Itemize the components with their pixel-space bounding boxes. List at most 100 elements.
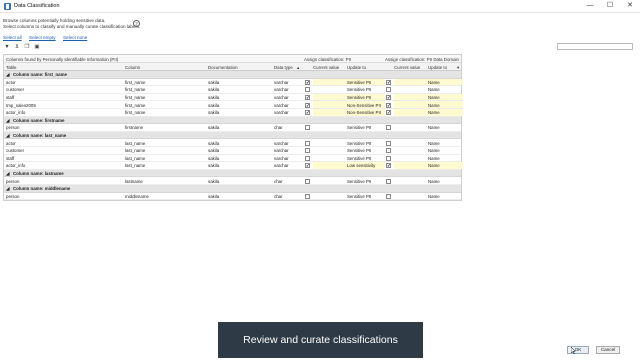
filter-icon[interactable]: ▼ bbox=[4, 44, 10, 50]
domain-checkbox[interactable] bbox=[386, 178, 391, 184]
col-header-update-to[interactable]: Update to bbox=[347, 65, 366, 70]
table-row[interactable]: customer last_name sakila varchar Sensitive … bbox=[4, 147, 461, 155]
column-dropdown-icon[interactable]: ▾ bbox=[457, 65, 459, 71]
domain-update-cell[interactable]: Name bbox=[428, 103, 440, 108]
table-row[interactable]: tmp_sales2009 first_name sakila varchar ✓ Non… bbox=[4, 101, 463, 109]
pii-checkbox[interactable] bbox=[305, 193, 310, 199]
select-empty-link[interactable]: Select empty bbox=[29, 35, 56, 40]
domain-checkbox[interactable] bbox=[386, 193, 391, 199]
pii-update-cell[interactable]: Sensitive PII bbox=[347, 148, 371, 153]
domain-checkbox[interactable] bbox=[386, 140, 391, 146]
data-type-cell: char bbox=[274, 193, 283, 199]
table-row[interactable]: staff last_name sakila varchar Sensitive PII… bbox=[4, 155, 461, 163]
mouse-cursor-icon bbox=[571, 347, 576, 354]
table-row[interactable]: actor_info first_name sakila varchar ✓ Non-Se… bbox=[4, 108, 463, 117]
select-all-link[interactable]: Select all bbox=[3, 35, 22, 40]
pii-update-cell[interactable]: Sensitive PII bbox=[347, 87, 371, 92]
domain-update-cell[interactable]: Name bbox=[428, 163, 440, 168]
domain-checkbox[interactable] bbox=[386, 155, 391, 161]
help-icon[interactable]: ? bbox=[133, 20, 140, 27]
domain-update-cell[interactable]: Name bbox=[428, 87, 440, 92]
group-row[interactable]: ◢ Column name: middlename bbox=[4, 184, 461, 193]
group-row[interactable]: ◢ Column name: last_name bbox=[4, 131, 461, 140]
pii-checkbox[interactable]: ✓ bbox=[305, 79, 310, 85]
column-cell: first_name bbox=[125, 87, 146, 93]
pii-checkbox[interactable] bbox=[305, 87, 310, 93]
table-row[interactable]: person lastname sakila char Sensitive PII Nam… bbox=[4, 177, 461, 185]
paste-icon[interactable]: ▣ bbox=[34, 44, 40, 50]
domain-update-cell[interactable]: Name bbox=[428, 125, 440, 130]
pii-checkbox[interactable]: ✓ bbox=[305, 110, 310, 116]
collapse-icon[interactable]: ◢ bbox=[6, 118, 9, 124]
domain-checkbox[interactable]: ✓ bbox=[386, 163, 391, 169]
group-row[interactable]: ◢ Column name: firstname bbox=[4, 116, 461, 125]
col-header-documentation[interactable]: Documentation bbox=[208, 65, 238, 70]
documentation-cell: sakila bbox=[208, 95, 220, 101]
domain-checkbox[interactable]: ✓ bbox=[386, 110, 391, 116]
pii-checkbox[interactable]: ✓ bbox=[305, 95, 310, 101]
pii-update-cell[interactable]: Non-Sensitive PII bbox=[347, 110, 381, 115]
column-cell: first_name bbox=[125, 102, 146, 108]
pii-checkbox[interactable] bbox=[305, 155, 310, 161]
group-row[interactable]: ◢ Column name: lastname bbox=[4, 169, 461, 178]
pii-update-cell[interactable]: Low sensitivity bbox=[347, 163, 375, 168]
col-header-column[interactable]: Column bbox=[125, 65, 140, 70]
select-none-link[interactable]: Select none bbox=[63, 35, 87, 40]
pii-checkbox[interactable] bbox=[305, 148, 310, 154]
collapse-icon[interactable]: ◢ bbox=[6, 186, 9, 192]
pii-update-cell[interactable]: Sensitive PII bbox=[347, 156, 371, 161]
pii-checkbox[interactable] bbox=[305, 140, 310, 146]
pii-checkbox[interactable]: ✓ bbox=[305, 102, 310, 108]
col-header-data-type[interactable]: Data type bbox=[274, 65, 293, 70]
table-row[interactable]: actor last_name sakila varchar Sensitive PII… bbox=[4, 139, 461, 147]
search-input[interactable] bbox=[557, 43, 633, 50]
table-row[interactable]: person firstname sakila char Sensitive PII Na… bbox=[4, 124, 461, 132]
table-row[interactable]: person middlename sakila char Sensitive PII N… bbox=[4, 193, 461, 201]
col-header-current-value[interactable]: Current value bbox=[313, 65, 339, 70]
domain-update-cell[interactable]: Name bbox=[428, 156, 440, 161]
domain-checkbox[interactable] bbox=[386, 87, 391, 93]
col-header-table[interactable]: Table bbox=[6, 65, 17, 70]
domain-checkbox[interactable]: ✓ bbox=[386, 102, 391, 108]
domain-update-cell[interactable]: Name bbox=[428, 179, 440, 184]
collapse-icon[interactable]: ◢ bbox=[6, 171, 9, 177]
pii-update-cell[interactable]: Sensitive PII bbox=[347, 95, 371, 100]
table-row[interactable]: actor_info last_name sakila varchar ✓ Low sen… bbox=[4, 162, 463, 170]
domain-checkbox[interactable] bbox=[386, 125, 391, 131]
col-header-current-value-domain[interactable]: Current value bbox=[394, 65, 420, 70]
domain-checkbox[interactable]: ✓ bbox=[386, 79, 391, 85]
collapse-icon[interactable]: ◢ bbox=[6, 133, 9, 139]
table-row[interactable]: customer first_name sakila varchar Sensitive… bbox=[4, 86, 461, 94]
table-row[interactable]: actor first_name sakila varchar ✓ Sensitive P… bbox=[4, 78, 463, 87]
sort-icon[interactable]: ▴ bbox=[297, 65, 299, 71]
filter-add-icon[interactable]: ⊻ bbox=[14, 44, 20, 50]
pii-update-cell[interactable]: Sensitive PII bbox=[347, 125, 371, 130]
domain-checkbox[interactable]: ✓ bbox=[386, 95, 391, 101]
pii-update-cell[interactable]: Non-Sensitive PII bbox=[347, 103, 381, 108]
col-header-update-to-domain[interactable]: Update to bbox=[428, 65, 447, 70]
pii-update-cell[interactable]: Sensitive PII bbox=[347, 141, 371, 146]
domain-update-cell[interactable]: Name bbox=[428, 80, 440, 85]
pii-checkbox[interactable] bbox=[305, 125, 310, 131]
pii-update-cell[interactable]: Sensitive PII bbox=[347, 179, 371, 184]
group-row[interactable]: ◢ Column name: first_name bbox=[4, 71, 461, 79]
cancel-button[interactable]: Cancel bbox=[596, 346, 620, 354]
domain-update-cell[interactable]: Name bbox=[428, 110, 440, 115]
pii-checkbox[interactable] bbox=[305, 178, 310, 184]
maximize-button[interactable]: ☐ bbox=[604, 1, 616, 11]
table-row[interactable]: staff first_name sakila varchar ✓ Sensitive P… bbox=[4, 93, 463, 102]
pii-update-cell[interactable]: Sensitive PII bbox=[347, 80, 371, 85]
domain-checkbox[interactable] bbox=[386, 148, 391, 154]
close-button[interactable]: ✕ bbox=[624, 1, 636, 11]
table-cell: staff bbox=[6, 155, 15, 161]
domain-update-cell[interactable]: Name bbox=[428, 141, 440, 146]
copy-icon[interactable]: ❐ bbox=[24, 44, 30, 50]
domain-update-cell[interactable]: Name bbox=[428, 148, 440, 153]
collapse-icon[interactable]: ◢ bbox=[6, 72, 9, 78]
domain-update-cell[interactable]: Name bbox=[428, 194, 440, 199]
pii-update-cell[interactable]: Sensitive PII bbox=[347, 194, 371, 199]
pii-checkbox[interactable]: ✓ bbox=[305, 163, 310, 169]
table-cell: actor bbox=[6, 79, 16, 85]
domain-update-cell[interactable]: Name bbox=[428, 95, 440, 100]
minimize-button[interactable]: — bbox=[584, 1, 596, 11]
